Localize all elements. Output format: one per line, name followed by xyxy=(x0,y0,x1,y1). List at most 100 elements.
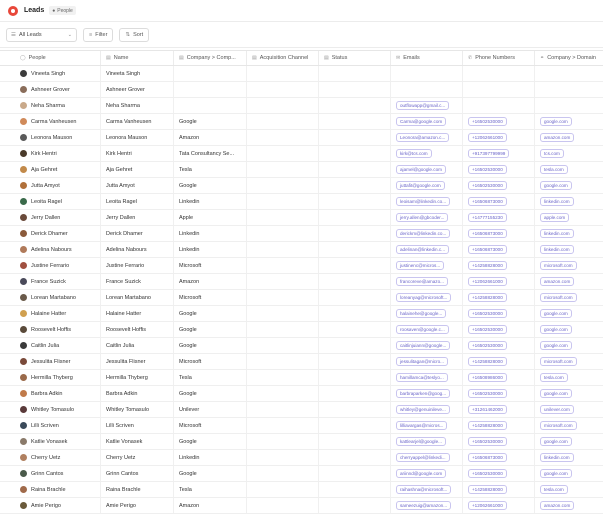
email-chip[interactable]: ariinnd@google.com xyxy=(396,469,447,478)
phone-chip[interactable]: +14258828000 xyxy=(468,485,507,494)
column-header-acquisition-channel[interactable]: ▤ Acquisition Channel xyxy=(247,51,319,65)
phone-numbers-cell[interactable]: +16502530000 xyxy=(463,306,535,321)
people-cell[interactable]: Carma Vanheusen xyxy=(6,114,101,129)
email-chip[interactable]: adelinan@linkedin.c... xyxy=(396,245,450,254)
emails-cell[interactable] xyxy=(391,82,463,97)
phone-chip[interactable]: +16502530000 xyxy=(468,437,507,446)
domain-chip[interactable]: microsoft.com xyxy=(540,293,577,302)
acquisition-channel-cell[interactable] xyxy=(247,290,319,305)
emails-cell[interactable]: Carma@google.com xyxy=(391,114,463,129)
table-row[interactable]: Whitley Tomasulo Whitley Tomasulo Unilever… xyxy=(0,402,603,418)
domain-chip[interactable]: apple.com xyxy=(540,213,570,222)
emails-cell[interactable]: outflowapp@gmail.c... xyxy=(391,98,463,113)
email-chip[interactable]: caitlinjuiann@google... xyxy=(396,341,451,350)
company-domain-cell[interactable]: google.com xyxy=(535,114,603,129)
phone-chip[interactable]: +14258828000 xyxy=(468,421,507,430)
phone-numbers-cell[interactable]: +16502530000 xyxy=(463,466,535,481)
column-header-people[interactable]: ◯ People xyxy=(6,51,101,65)
domain-chip[interactable]: google.com xyxy=(540,437,572,446)
company-cell[interactable]: Microsoft xyxy=(174,258,247,273)
status-cell[interactable] xyxy=(319,82,391,97)
company-cell[interactable]: Unilever xyxy=(174,402,247,417)
column-header-emails[interactable]: ✉ Emails xyxy=(391,51,463,65)
email-chip[interactable]: jessulitagan@micro... xyxy=(396,357,448,366)
phone-numbers-cell[interactable]: +16502530000 xyxy=(463,114,535,129)
status-cell[interactable] xyxy=(319,258,391,273)
company-domain-cell[interactable]: apple.com xyxy=(535,210,603,225)
name-cell[interactable]: Derick Dhamer xyxy=(101,226,174,241)
email-chip[interactable]: lilliavargas@micros... xyxy=(396,421,448,430)
name-cell[interactable]: Jerry Dallen xyxy=(101,210,174,225)
status-cell[interactable] xyxy=(319,466,391,481)
emails-cell[interactable]: justinenc@micros... xyxy=(391,258,463,273)
domain-chip[interactable]: amazon.com xyxy=(540,277,575,286)
people-cell[interactable]: Cherry Uetz xyxy=(6,450,101,465)
domain-chip[interactable]: microsoft.com xyxy=(540,261,577,270)
emails-cell[interactable]: jerry.allen@gbcoder... xyxy=(391,210,463,225)
name-cell[interactable]: Neha Sharma xyxy=(101,98,174,113)
name-cell[interactable]: Carma Vanheusen xyxy=(101,114,174,129)
table-row[interactable]: Jerry Dallen Jerry Dallen Apple jerry.allen… xyxy=(0,210,603,226)
acquisition-channel-cell[interactable] xyxy=(247,210,319,225)
phone-numbers-cell[interactable]: +16506873000 xyxy=(463,226,535,241)
company-domain-cell[interactable]: google.com xyxy=(535,434,603,449)
company-domain-cell[interactable]: linkedin.com xyxy=(535,242,603,257)
people-cell[interactable]: Whitley Tomasulo xyxy=(6,402,101,417)
company-domain-cell[interactable]: linkedin.com xyxy=(535,450,603,465)
emails-cell[interactable]: loreanyag@microsoft... xyxy=(391,290,463,305)
acquisition-channel-cell[interactable] xyxy=(247,466,319,481)
emails-cell[interactable]: derickm@linkedin.co... xyxy=(391,226,463,241)
name-cell[interactable]: Barbra Adkin xyxy=(101,386,174,401)
phone-numbers-cell[interactable]: +12062661000 xyxy=(463,130,535,145)
company-cell[interactable]: Linkedin xyxy=(174,450,247,465)
email-chip[interactable]: outflowapp@gmail.c... xyxy=(396,101,450,110)
table-row[interactable]: Adelina Nabours Adelina Nabours Linkedin ad… xyxy=(0,242,603,258)
name-cell[interactable]: Whitley Tomasulo xyxy=(101,402,174,417)
view-selector[interactable]: ☰ All Leads ⌄ xyxy=(6,27,77,42)
phone-chip[interactable]: +16506873000 xyxy=(468,229,507,238)
acquisition-channel-cell[interactable] xyxy=(247,242,319,257)
domain-chip[interactable]: google.com xyxy=(540,309,572,318)
emails-cell[interactable]: kattlearjel@google... xyxy=(391,434,463,449)
table-row[interactable]: Ashneer Grover Ashneer Grover xyxy=(0,82,603,98)
emails-cell[interactable]: kirk@tcs.com xyxy=(391,146,463,161)
status-cell[interactable] xyxy=(319,354,391,369)
company-domain-cell[interactable]: tcs.com xyxy=(535,146,603,161)
domain-chip[interactable]: google.com xyxy=(540,325,572,334)
acquisition-channel-cell[interactable] xyxy=(247,98,319,113)
company-domain-cell[interactable]: google.com xyxy=(535,178,603,193)
company-cell[interactable]: Google xyxy=(174,386,247,401)
phone-numbers-cell[interactable]: +16506873000 xyxy=(463,242,535,257)
email-chip[interactable]: sameezuig@amazon... xyxy=(396,501,452,510)
company-cell[interactable]: Tesla xyxy=(174,370,247,385)
email-chip[interactable]: jerry.allen@gbcoder... xyxy=(396,213,449,222)
acquisition-channel-cell[interactable] xyxy=(247,114,319,129)
phone-chip[interactable]: +16502530000 xyxy=(468,341,507,350)
table-row[interactable]: Grinn Cantos Grinn Cantos Google ariinnd@go… xyxy=(0,466,603,482)
status-cell[interactable] xyxy=(319,418,391,433)
status-cell[interactable] xyxy=(319,370,391,385)
name-cell[interactable]: Hermilla Thyberg xyxy=(101,370,174,385)
phone-numbers-cell[interactable]: +16502530000 xyxy=(463,386,535,401)
phone-numbers-cell[interactable]: +14258828000 xyxy=(463,418,535,433)
object-badge[interactable]: ● People xyxy=(49,6,76,15)
company-cell[interactable] xyxy=(174,66,247,81)
company-cell[interactable]: Tata Consultancy Se... xyxy=(174,146,247,161)
acquisition-channel-cell[interactable] xyxy=(247,354,319,369)
phone-chip[interactable]: +14258828000 xyxy=(468,293,507,302)
company-cell[interactable]: Tesla xyxy=(174,482,247,497)
name-cell[interactable]: Vineeta Singh xyxy=(101,66,174,81)
table-row[interactable]: Justine Ferrario Justine Ferrario Microsof… xyxy=(0,258,603,274)
acquisition-channel-cell[interactable] xyxy=(247,482,319,497)
emails-cell[interactable]: barbraparken@goog... xyxy=(391,386,463,401)
table-row[interactable]: Raina Brachle Raina Brachle Tesla raihashna… xyxy=(0,482,603,498)
acquisition-channel-cell[interactable] xyxy=(247,146,319,161)
acquisition-channel-cell[interactable] xyxy=(247,418,319,433)
email-chip[interactable]: halainehe@google... xyxy=(396,309,447,318)
company-cell[interactable]: Microsoft xyxy=(174,354,247,369)
company-cell[interactable]: Microsoft xyxy=(174,290,247,305)
people-cell[interactable]: Lilli Scriven xyxy=(6,418,101,433)
emails-cell[interactable]: francoreve@amazo... xyxy=(391,274,463,289)
status-cell[interactable] xyxy=(319,210,391,225)
acquisition-channel-cell[interactable] xyxy=(247,162,319,177)
